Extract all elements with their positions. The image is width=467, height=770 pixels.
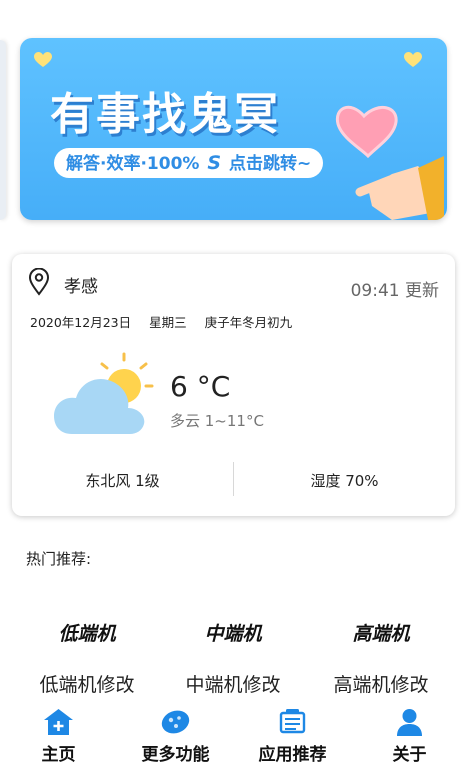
banner-title: 有事找鬼冥 — [50, 89, 280, 140]
previous-banner-card[interactable] — [0, 40, 6, 220]
heart-decoration-icon — [34, 52, 52, 67]
weather-condition: 多云 1~11°C — [170, 412, 264, 430]
reco-item-low-end[interactable]: 低端机 低端机修改 — [12, 620, 162, 697]
nav-label: 更多功能 — [141, 745, 210, 765]
partly-cloudy-icon — [54, 352, 154, 434]
banner-cta: 点击跳转~ — [228, 154, 312, 174]
nav-item-app-recommend[interactable]: 应用推荐 — [234, 708, 351, 765]
city-name: 孝感 — [64, 277, 98, 297]
more-features-icon — [161, 710, 190, 734]
hot-recommend-label: 热门推荐: — [26, 550, 92, 568]
heart-decoration-icon — [404, 52, 422, 67]
hand-with-heart-icon — [335, 105, 444, 220]
s-mark-icon: S — [207, 152, 222, 174]
nav-item-about[interactable]: 关于 — [351, 708, 467, 765]
reco-item-high-end[interactable]: 高端机 高端机修改 — [306, 620, 456, 697]
bottom-nav: 主页 更多功能 应用推荐 关于 — [0, 700, 467, 770]
wind-info: 东北风 1级 — [85, 472, 160, 490]
reco-logo: 低端机 — [58, 623, 116, 645]
reco-logo: 高端机 — [352, 623, 410, 645]
date-text: 2020年12月23日 — [30, 315, 132, 330]
weekday-text: 星期三 — [149, 315, 187, 330]
lunar-date-text: 庚子年冬月初九 — [204, 315, 293, 330]
reco-logo: 中端机 — [204, 623, 262, 645]
home-icon — [44, 709, 73, 735]
location-pin-icon — [28, 268, 50, 296]
nav-item-more-features[interactable]: 更多功能 — [117, 708, 234, 765]
banner-subtitle-pill[interactable]: 解答·效率·100% S 点击跳转~ — [54, 148, 324, 178]
reco-name: 中端机修改 — [185, 674, 281, 696]
nav-item-home[interactable]: 主页 — [0, 708, 117, 765]
reco-name: 低端机修改 — [39, 674, 135, 696]
reco-item-mid-end[interactable]: 中端机 中端机修改 — [158, 620, 308, 697]
nav-label: 关于 — [392, 745, 427, 765]
update-time: 09:41 更新 — [350, 281, 439, 301]
app-recommend-icon — [279, 709, 306, 734]
temperature: 6 °C — [170, 370, 231, 403]
banner-subtitle: 解答·效率·100% — [66, 154, 200, 174]
weather-card[interactable]: 孝感 09:41 更新 2020年12月23日 星期三 庚子年冬月初九 6 °C… — [12, 254, 455, 516]
promo-banner[interactable]: 有事找鬼冥 解答·效率·100% S 点击跳转~ — [20, 38, 447, 220]
nav-label: 应用推荐 — [258, 745, 327, 765]
user-icon — [397, 709, 422, 736]
date-line: 2020年12月23日 星期三 庚子年冬月初九 — [30, 312, 306, 331]
nav-label: 主页 — [41, 745, 76, 765]
reco-name: 高端机修改 — [333, 674, 429, 696]
humidity-info: 湿度 70% — [310, 472, 379, 490]
